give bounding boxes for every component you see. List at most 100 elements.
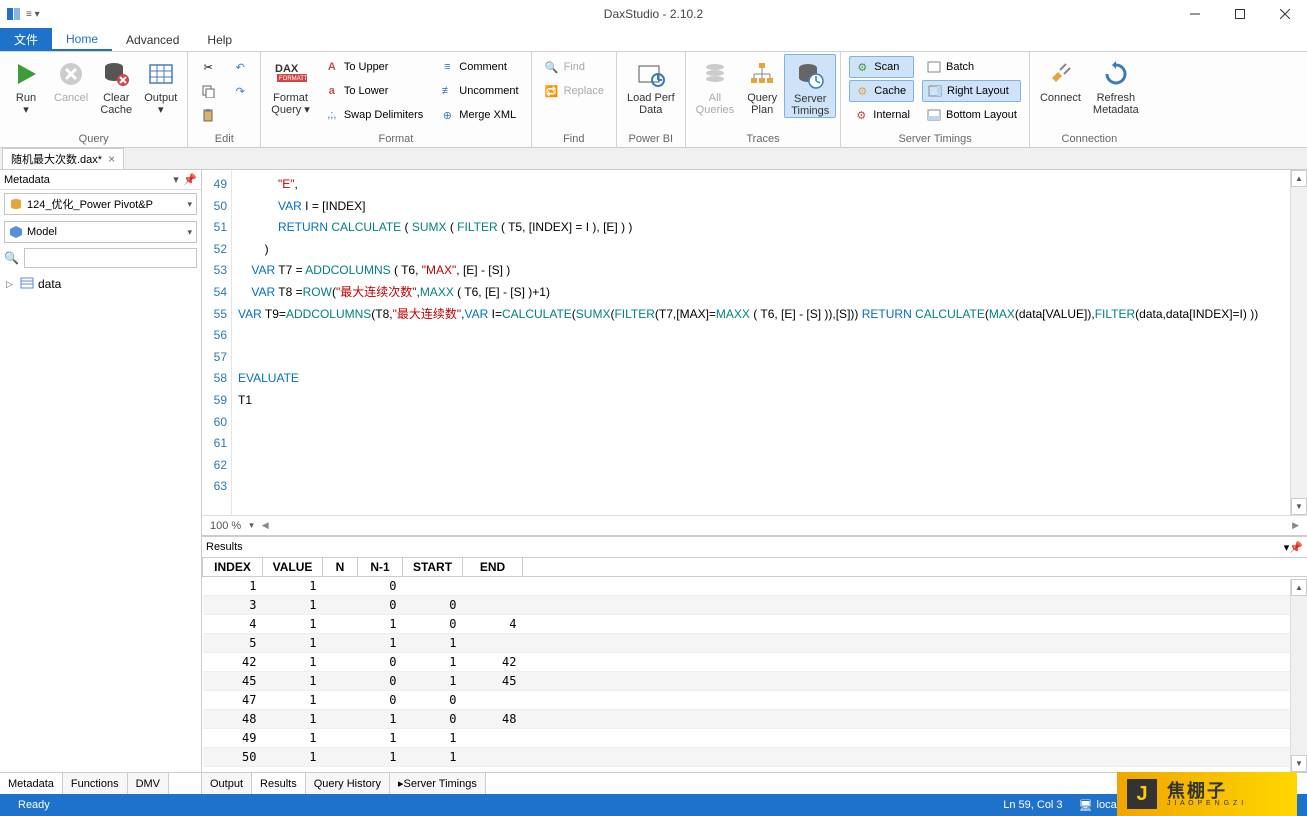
tree-expand-icon[interactable]: ▷: [6, 279, 16, 290]
merge-xml-button[interactable]: ⊕Merge XML: [435, 104, 522, 126]
comment-button[interactable]: ≡Comment: [435, 56, 522, 78]
to-lower-button[interactable]: aTo Lower: [320, 80, 427, 102]
paste-button[interactable]: [196, 104, 220, 126]
metadata-panel-title: Metadata: [4, 174, 50, 186]
metadata-panel-header: Metadata ▾ 📌: [0, 170, 201, 190]
tab-dmv[interactable]: DMV: [128, 773, 169, 794]
minimize-button[interactable]: [1172, 0, 1217, 28]
tree-item-label: data: [38, 277, 61, 291]
ribbon-group-query: Query: [4, 131, 183, 147]
ribbon-group-traces: Traces: [690, 131, 837, 147]
uncomment-button[interactable]: ≢Uncomment: [435, 80, 522, 102]
gear-green-icon: ⚙: [854, 59, 870, 75]
zoom-level[interactable]: 100 %: [210, 520, 241, 532]
close-button[interactable]: [1262, 0, 1307, 28]
pin-icon[interactable]: 📌: [1289, 541, 1303, 554]
load-perf-data-button[interactable]: Load Perf Data: [621, 54, 681, 116]
tab-server-timings[interactable]: ▸ Server Timings: [390, 773, 486, 794]
dax-formatter-icon: DAXFORMATTER: [275, 58, 307, 90]
database-combo[interactable]: 124_优化_Power Pivot&P ▾: [4, 193, 197, 215]
connect-button[interactable]: Connect: [1034, 54, 1087, 104]
tab-functions[interactable]: Functions: [63, 773, 128, 794]
cache-toggle[interactable]: ⚙Cache: [849, 80, 914, 102]
watermark-name: 焦棚子: [1167, 782, 1244, 800]
menu-file[interactable]: 文件: [0, 28, 52, 51]
undo-button[interactable]: ↶: [228, 56, 252, 78]
replace-icon: 🔁: [544, 83, 560, 99]
model-combo[interactable]: Model ▾: [4, 221, 197, 243]
document-tab[interactable]: 随机最大次数.dax* ×: [2, 148, 124, 169]
metadata-tree[interactable]: ▷ data: [0, 270, 201, 772]
layout-right-icon: [927, 83, 943, 99]
quick-access-dropdown[interactable]: ≡ ▾: [26, 9, 40, 20]
swap-delimiters-button[interactable]: ,;,Swap Delimiters: [320, 104, 427, 126]
tab-metadata[interactable]: Metadata: [0, 773, 63, 794]
scroll-down-icon[interactable]: ▼: [1291, 755, 1307, 772]
redo-icon: ↷: [232, 83, 248, 99]
code-area[interactable]: "E", VAR I = [INDEX] RETURN CALCULATE ( …: [232, 170, 1307, 515]
status-cursor-pos: Ln 59, Col 3: [995, 799, 1070, 811]
svg-text:DAX: DAX: [275, 63, 299, 75]
clear-cache-button[interactable]: Clear Cache: [94, 54, 138, 116]
replace-button[interactable]: 🔁Replace: [540, 80, 608, 102]
watermark-sub: J I A O P E N G Z I: [1167, 800, 1244, 807]
results-panel-header: Results ▾ 📌: [202, 537, 1307, 557]
zoom-dropdown-icon[interactable]: ▾: [249, 520, 254, 531]
results-panel-title: Results: [206, 541, 243, 553]
find-button[interactable]: 🔍Find: [540, 56, 608, 78]
scroll-down-icon[interactable]: ▼: [1291, 498, 1307, 515]
editor-scrollbar[interactable]: ▲ ▼: [1290, 170, 1307, 515]
query-plan-button[interactable]: Query Plan: [740, 54, 784, 116]
gear-red-icon: ⚙: [853, 107, 869, 123]
menu-help[interactable]: Help: [193, 28, 246, 51]
server-timings-button[interactable]: Server Timings: [784, 54, 836, 118]
scroll-right-icon[interactable]: ▶: [1292, 520, 1299, 531]
swap-icon: ,;,: [324, 107, 340, 123]
close-tab-icon[interactable]: ×: [108, 153, 115, 165]
ribbon: Run▾ Cancel Clear Cache Output▾ Query ✂ …: [0, 52, 1307, 148]
tab-output[interactable]: Output: [202, 773, 252, 794]
grid-icon: [145, 58, 177, 90]
layout-icon: [926, 59, 942, 75]
batch-toggle[interactable]: Batch: [922, 56, 1021, 78]
pin-icon[interactable]: 📌: [183, 173, 197, 186]
svg-text:FORMATTER: FORMATTER: [279, 76, 307, 82]
table-icon: [20, 277, 34, 292]
app-icon: [6, 6, 22, 22]
all-queries-button[interactable]: All Queries: [690, 54, 741, 116]
panel-dropdown-icon[interactable]: ▾: [169, 173, 183, 186]
scroll-left-icon[interactable]: ◀: [262, 520, 269, 531]
tab-query-history[interactable]: Query History: [306, 773, 390, 794]
right-layout-toggle[interactable]: Right Layout: [922, 80, 1021, 102]
tree-item-data[interactable]: ▷ data: [6, 274, 195, 294]
ribbon-group-powerbi: Power BI: [621, 131, 681, 147]
ribbon-group-find: Find: [536, 131, 612, 147]
format-query-button[interactable]: DAXFORMATTERFormat Query ▾: [265, 54, 316, 116]
redo-button[interactable]: ↷: [228, 80, 252, 102]
output-button[interactable]: Output▾: [138, 54, 183, 116]
menu-advanced[interactable]: Advanced: [112, 28, 193, 51]
refresh-metadata-button[interactable]: Refresh Metadata: [1087, 54, 1145, 116]
tab-results[interactable]: Results: [252, 773, 306, 794]
gear-orange-icon: ⚙: [854, 83, 870, 99]
code-editor[interactable]: 495051525354555657585960616263 "E", VAR …: [202, 170, 1307, 536]
metadata-search-input[interactable]: [24, 248, 197, 268]
scroll-up-icon[interactable]: ▲: [1291, 170, 1307, 187]
scan-toggle[interactable]: ⚙Scan: [849, 56, 914, 78]
copy-button[interactable]: [196, 80, 220, 102]
status-ready: Ready: [10, 799, 58, 811]
results-scrollbar[interactable]: ▲ ▼: [1290, 579, 1307, 772]
cut-button[interactable]: ✂: [196, 56, 220, 78]
menu-home[interactable]: Home: [52, 28, 112, 51]
run-button[interactable]: Run▾: [4, 54, 48, 116]
cancel-button[interactable]: Cancel: [48, 54, 94, 104]
to-upper-button[interactable]: ATo Upper: [320, 56, 427, 78]
maximize-button[interactable]: [1217, 0, 1262, 28]
play-icon: [10, 58, 42, 90]
scroll-up-icon[interactable]: ▲: [1291, 579, 1307, 596]
results-grid[interactable]: INDEXVALUENN-1STARTEND110310041104511142…: [202, 557, 1307, 772]
internal-toggle[interactable]: ⚙Internal: [849, 104, 914, 126]
plug-icon: [1044, 58, 1076, 90]
perf-icon: [635, 58, 667, 90]
bottom-layout-toggle[interactable]: Bottom Layout: [922, 104, 1021, 126]
